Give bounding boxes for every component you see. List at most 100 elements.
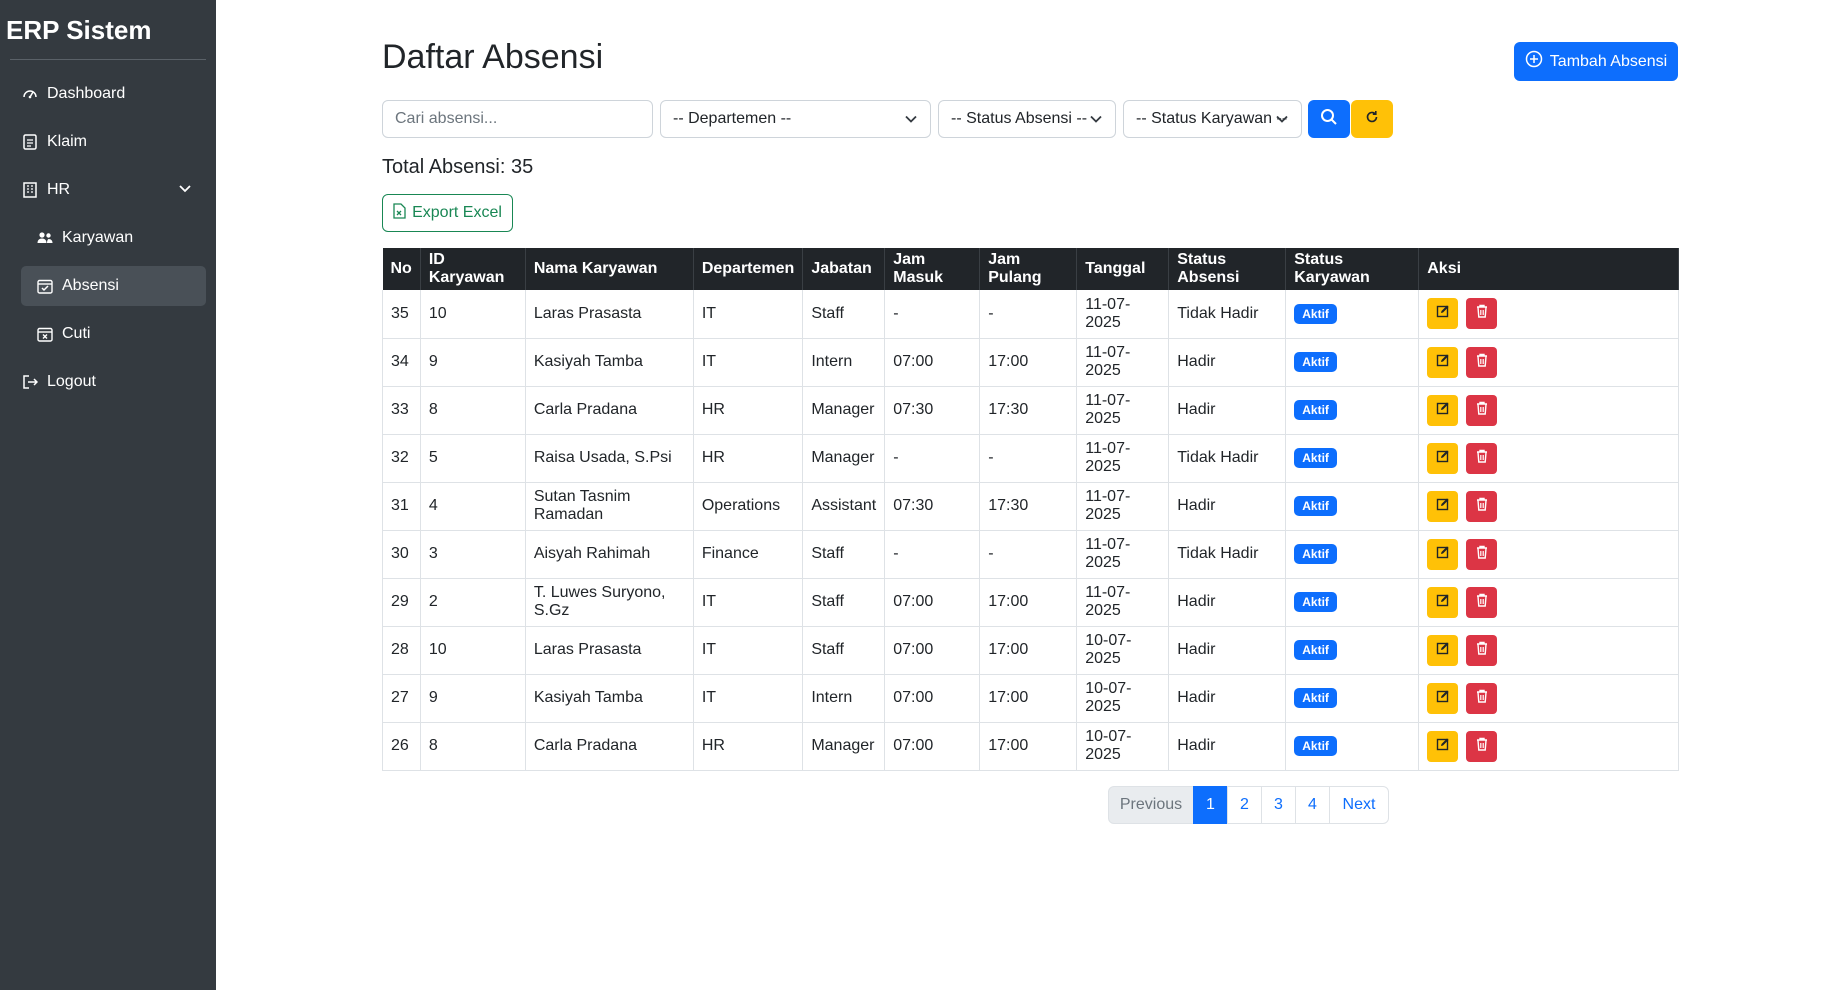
row-actions (1427, 634, 1670, 666)
cell-status-karyawan: Aktif (1285, 626, 1420, 675)
cell-jabatan: Intern (802, 338, 886, 387)
pagination-page-2[interactable]: 2 (1227, 786, 1262, 824)
status-absensi-select[interactable]: -- Status Absensi -- (938, 100, 1116, 138)
delete-button[interactable] (1466, 298, 1498, 330)
cell-pulang: - (979, 434, 1078, 483)
delete-button[interactable] (1466, 490, 1498, 522)
column-header[interactable]: Nama Karyawan (525, 248, 694, 290)
cell-actions (1418, 722, 1679, 771)
edit-button[interactable] (1427, 490, 1459, 522)
cell-status: Hadir (1168, 386, 1287, 435)
delete-button[interactable] (1466, 442, 1498, 474)
cell-masuk: 07:30 (884, 386, 981, 435)
pagination-page-1[interactable]: 1 (1193, 786, 1228, 824)
sidebar-item-absensi[interactable]: Absensi (21, 266, 206, 306)
pagination-next[interactable]: Next (1329, 786, 1389, 824)
cell-status-karyawan: Aktif (1285, 338, 1420, 387)
cell-nama: Aisyah Rahimah (525, 530, 694, 579)
status-karyawan-select[interactable]: -- Status Karyawan -- (1123, 100, 1302, 138)
edit-button[interactable] (1427, 346, 1459, 378)
search-input[interactable]: Cari absensi... (382, 100, 653, 138)
add-attendance-button[interactable]: Tambah Absensi (1514, 42, 1678, 81)
pagination-previous[interactable]: Previous (1108, 786, 1194, 824)
reset-button[interactable] (1351, 100, 1393, 138)
search-button[interactable] (1308, 100, 1350, 138)
edit-button[interactable] (1427, 298, 1459, 330)
search-placeholder: Cari absensi... (395, 110, 498, 127)
column-header[interactable]: Jam Pulang (979, 248, 1078, 290)
delete-button[interactable] (1466, 682, 1498, 714)
sidebar-item-logout[interactable]: Logout (21, 362, 206, 402)
table-row: 31 4 Sutan Tasnim Ramadan Operations Assista… (382, 482, 1679, 531)
export-excel-button[interactable]: Export Excel (382, 194, 513, 232)
pagination-page-4[interactable]: 4 (1295, 786, 1330, 824)
sidebar-item-klaim[interactable]: Klaim (21, 122, 206, 162)
cell-tanggal: 11-07-2025 (1076, 530, 1170, 579)
cell-masuk: 07:00 (884, 338, 981, 387)
edit-button[interactable] (1427, 634, 1459, 666)
column-header[interactable]: ID Karyawan (420, 248, 526, 290)
edit-button[interactable] (1427, 730, 1459, 762)
departemen-select[interactable]: -- Departemen -- (660, 100, 931, 138)
cell-masuk: - (884, 434, 981, 483)
sidebar-item-karyawan[interactable]: Karyawan (21, 218, 206, 258)
cell-actions (1418, 338, 1679, 387)
delete-button[interactable] (1466, 346, 1498, 378)
cell-masuk: 07:30 (884, 482, 981, 531)
delete-button[interactable] (1466, 394, 1498, 426)
column-header[interactable]: No (382, 248, 421, 290)
chevron-down-icon (178, 181, 192, 199)
column-header[interactable]: Jabatan (802, 248, 886, 290)
cell-pulang: - (979, 290, 1078, 339)
sidebar-item-cuti[interactable]: Cuti (21, 314, 206, 354)
sidebar-item-dashboard[interactable]: Dashboard (21, 74, 206, 114)
edit-button[interactable] (1427, 586, 1459, 618)
cell-jabatan: Staff (802, 578, 886, 627)
cell-dept: IT (693, 578, 804, 627)
cell-actions (1418, 626, 1679, 675)
pagination-page-3[interactable]: 3 (1261, 786, 1296, 824)
delete-button[interactable] (1466, 634, 1498, 666)
column-header[interactable]: Tanggal (1076, 248, 1170, 290)
cell-status-karyawan: Aktif (1285, 674, 1420, 723)
sidebar-item-hr[interactable]: HR (21, 170, 206, 210)
chevron-down-icon (1089, 112, 1103, 131)
cell-jabatan: Manager (802, 434, 886, 483)
table-row: 32 5 Raisa Usada, S.Psi HR Manager - -11-07-20… (382, 434, 1679, 483)
cell-jabatan: Manager (802, 722, 886, 771)
row-actions (1427, 586, 1670, 618)
cell-dept: IT (693, 338, 804, 387)
search-icon (1320, 108, 1338, 131)
cell-masuk: - (884, 290, 981, 339)
sidebar-item-label: Klaim (47, 133, 88, 150)
edit-button[interactable] (1427, 442, 1459, 474)
cell-id: 4 (420, 482, 526, 531)
cell-nama: Laras Prasasta (525, 626, 694, 675)
cell-id: 10 (420, 626, 526, 675)
cell-id: 9 (420, 674, 526, 723)
cell-nama: Sutan Tasnim Ramadan (525, 482, 694, 531)
column-header[interactable]: Status Absensi (1168, 248, 1287, 290)
cell-tanggal: 11-07-2025 (1076, 578, 1170, 627)
sidebar-item-label: Cuti (62, 325, 91, 342)
row-actions (1427, 442, 1670, 474)
edit-button[interactable] (1427, 682, 1459, 714)
column-header[interactable]: Departemen (693, 248, 804, 290)
status-badge: Aktif (1294, 592, 1337, 612)
delete-button[interactable] (1466, 538, 1498, 570)
edit-button[interactable] (1427, 394, 1459, 426)
table-row: 33 8 Carla Pradana HR Manager 07:30 17:30 11-07… (382, 386, 1679, 435)
cell-pulang: 17:00 (979, 674, 1078, 723)
column-header[interactable]: Jam Masuk (884, 248, 981, 290)
delete-button[interactable] (1466, 586, 1498, 618)
attendance-table: No ID Karyawan Nama Karyawan Departemen … (382, 248, 1679, 771)
column-header[interactable]: Status Karyawan (1285, 248, 1420, 290)
brand-title: ERP Sistem (6, 15, 152, 45)
edit-button[interactable] (1427, 538, 1459, 570)
delete-button[interactable] (1466, 730, 1498, 762)
cell-tanggal: 11-07-2025 (1076, 386, 1170, 435)
edit-icon (1436, 353, 1450, 372)
edit-icon (1436, 497, 1450, 516)
sidebar-item-label: HR (47, 181, 71, 198)
trash-icon (1476, 641, 1488, 660)
